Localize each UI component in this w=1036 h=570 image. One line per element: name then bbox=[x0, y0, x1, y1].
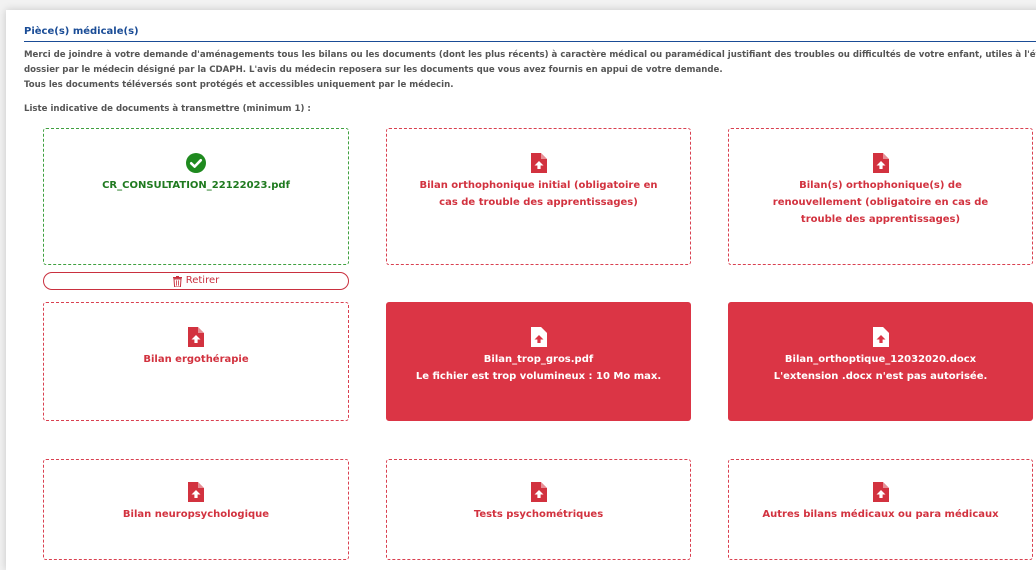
upload-card-ergotherapie[interactable]: Bilan ergothérapie bbox=[43, 302, 349, 421]
uploaded-document-card[interactable]: CR_CONSULTATION_22122023.pdf bbox=[43, 128, 349, 265]
file-upload-icon bbox=[531, 482, 547, 502]
intro-text: Merci de joindre à votre demande d'aména… bbox=[24, 48, 1036, 93]
file-upload-icon bbox=[873, 482, 889, 502]
file-upload-icon bbox=[873, 327, 889, 347]
upload-card-ortho-renouvellement[interactable]: Bilan(s) orthophonique(s) de renouvellem… bbox=[728, 128, 1033, 265]
remove-button-label: Retirer bbox=[185, 275, 220, 286]
error-message: Le fichier est trop volumineux : 10 Mo m… bbox=[415, 371, 662, 382]
error-filename: Bilan_trop_gros.pdf bbox=[483, 354, 594, 365]
remove-button[interactable]: Retirer bbox=[43, 272, 349, 290]
card-label: cas de trouble des apprentissages) bbox=[439, 197, 638, 208]
intro-line: Merci de joindre à votre demande d'aména… bbox=[24, 50, 1036, 60]
error-message: L'extension .docx n'est pas autorisée. bbox=[773, 371, 988, 382]
file-upload-icon bbox=[188, 327, 204, 347]
upload-card-autres[interactable]: Autres bilans médicaux ou para médicaux bbox=[728, 459, 1033, 560]
upload-card-psychometriques[interactable]: Tests psychométriques bbox=[386, 459, 691, 560]
trash-icon bbox=[172, 275, 182, 287]
card-label: Autres bilans médicaux ou para médicaux bbox=[762, 509, 999, 520]
intro-line: dossier par le médecin désigné par la CD… bbox=[24, 65, 723, 75]
upload-card-error-extension[interactable]: Bilan_orthoptique_12032020.docx L'extens… bbox=[728, 302, 1033, 421]
card-label: Bilan neuropsychologique bbox=[122, 509, 270, 520]
file-upload-icon bbox=[531, 327, 547, 347]
card-label: Bilan(s) orthophonique(s) de bbox=[799, 180, 962, 191]
file-upload-icon bbox=[531, 153, 547, 173]
check-circle-icon bbox=[186, 153, 206, 173]
upload-card-neuropsychologique[interactable]: Bilan neuropsychologique bbox=[43, 459, 349, 560]
card-label: trouble des apprentissages) bbox=[800, 214, 961, 225]
upload-card-error-size[interactable]: Bilan_trop_gros.pdf Le fichier est trop … bbox=[386, 302, 691, 421]
file-upload-icon bbox=[188, 482, 204, 502]
section-title: Pièce(s) médicale(s) bbox=[24, 26, 1036, 42]
uploaded-filename: CR_CONSULTATION_22122023.pdf bbox=[102, 180, 290, 191]
card-label: Bilan orthophonique initial (obligatoire… bbox=[419, 180, 658, 191]
document-list-label: Liste indicative de documents à transmet… bbox=[24, 104, 311, 114]
card-label: Tests psychométriques bbox=[473, 509, 604, 520]
intro-line: Tous les documents téléversés sont proté… bbox=[24, 80, 454, 90]
card-label: renouvellement (obligatoire en cas de bbox=[772, 197, 989, 208]
error-filename: Bilan_orthoptique_12032020.docx bbox=[784, 354, 977, 365]
file-upload-icon bbox=[873, 153, 889, 173]
card-label: Bilan ergothérapie bbox=[143, 354, 249, 365]
upload-card-ortho-initial[interactable]: Bilan orthophonique initial (obligatoire… bbox=[386, 128, 691, 265]
